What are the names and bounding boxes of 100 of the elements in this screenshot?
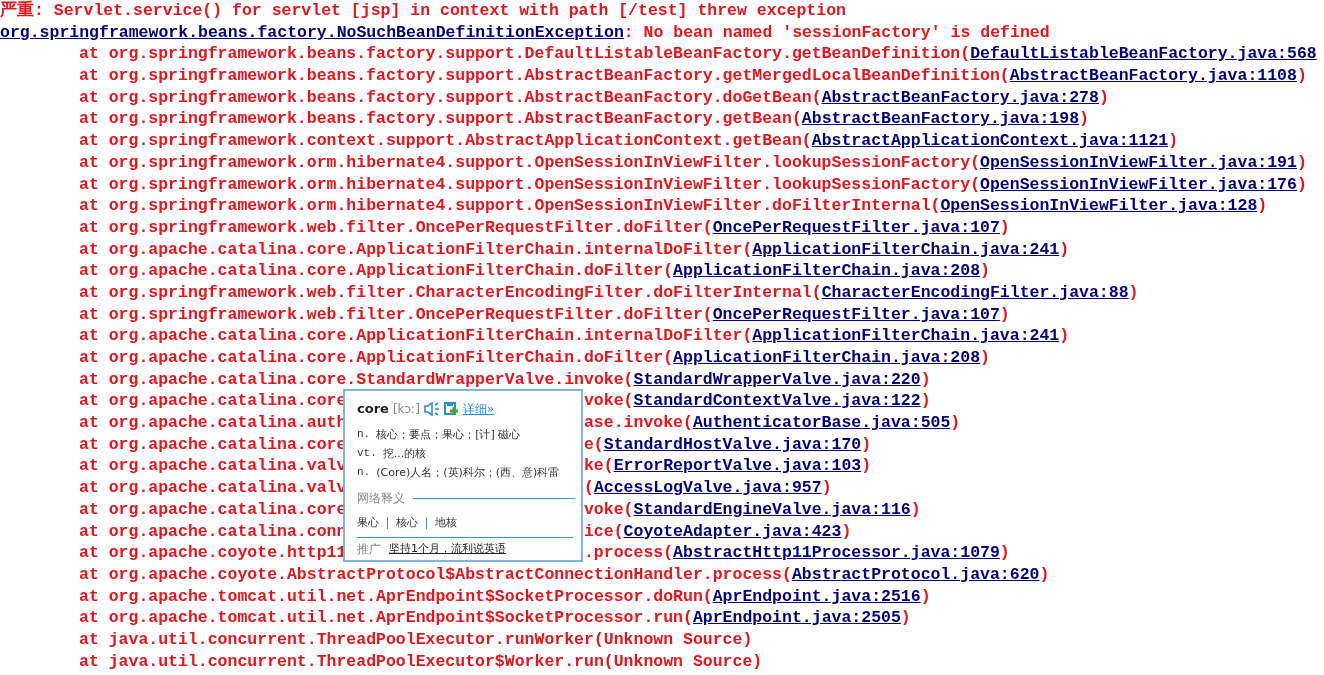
stack-frame-text: at org.springframework.orm.hibernate4.support.OpenSessionInViewFilter.doFilterInternal( <box>79 196 941 216</box>
stack-frame-text: at org.springframework.beans.factory.support.AbstractBeanFactory.doGetBean( <box>79 87 822 107</box>
web-term-link[interactable]: 核心 <box>396 514 418 532</box>
source-link[interactable]: StandardHostValve.java:170 <box>603 434 862 454</box>
paren-text: ) <box>920 369 931 389</box>
web-term-link[interactable]: 果心 <box>357 514 379 532</box>
stack-frame-text: at org.apache.coyote.http11 <box>79 543 347 563</box>
promo-label: 推广 <box>357 541 381 559</box>
paren-text: ) <box>1079 109 1089 129</box>
stack-frame-text: at org.apache.tomcat.util.net.AprEndpoint$SocketProcessor.doRun( <box>79 586 713 606</box>
source-link[interactable]: OncePerRequestFilter.java:107 <box>712 304 1000 324</box>
stack-frame-text: at org.springframework.web.filter.OncePerRequestFilter.doFilter( <box>79 217 713 237</box>
stack-frame-text: at java.util.concurrent.ThreadPoolExecutor.runWorker(Unknown Source) <box>79 629 753 649</box>
paren-text: ) <box>980 261 990 281</box>
source-link[interactable]: AbstractHttp11Processor.java:1079 <box>673 543 1000 563</box>
part-of-speech: n. <box>357 426 371 442</box>
stack-frame-text: .process( <box>583 543 674 563</box>
web-term-link[interactable]: 地核 <box>435 514 457 532</box>
stack-frame-text: at org.apache.catalina.conn <box>79 521 347 541</box>
source-link[interactable]: DefaultListableBeanFactory.java:568 <box>970 44 1317 64</box>
paren-text: ) <box>1128 282 1139 302</box>
source-link[interactable]: AprEndpoint.java:2516 <box>712 586 921 606</box>
stack-frame-text: at org.apache.catalina.core <box>79 434 347 454</box>
stack-frame-text: at org.apache.catalina.core.ApplicationFilterChain.internalDoFilter( <box>79 239 753 259</box>
source-link[interactable]: OpenSessionInViewFilter.java:128 <box>940 196 1258 216</box>
definition-text: 核心；要点；果心；[计] 磁心 <box>376 426 521 443</box>
stack-frame-text: at java.util.concurrent.ThreadPoolExecutor$Worker.run(Unknown Source) <box>79 651 763 671</box>
headword: core <box>357 400 389 418</box>
error-message: Servlet.service() for servlet [jsp] in context with path [/test] threw exception <box>53 1 846 20</box>
source-link[interactable]: StandardWrapperValve.java:220 <box>633 369 921 389</box>
stack-frame-text: at org.springframework.beans.factory.support.DefaultListableBeanFactory.getBeanDefinition( <box>79 44 971 64</box>
source-link[interactable]: StandardEngineValve.java:116 <box>633 499 911 519</box>
definition-text: (Core)人名；(英)科尔；(西、意)科雷 <box>376 464 560 481</box>
stack-frame-text: at org.apache.catalina.core.ApplicationFilterChain.doFilter( <box>79 261 674 281</box>
stack-frame-text: at org.apache.catalina.core <box>79 499 347 519</box>
source-link[interactable]: AccessLogValve.java:957 <box>593 478 822 498</box>
paren-text: ) <box>1059 239 1070 259</box>
stack-frame-text: ice( <box>583 521 624 541</box>
paren-text: ) <box>861 434 872 454</box>
promo-link[interactable]: 坚持1个月，流利说英语 <box>389 541 506 559</box>
paren-text: ) <box>920 391 931 411</box>
source-link[interactable]: AbstractBeanFactory.java:198 <box>801 109 1080 129</box>
exception-link[interactable]: org.springframework.beans.factory.NoSuchBeanDefinitionException <box>0 22 624 42</box>
stack-frame-text: at org.apache.catalina.valv <box>79 456 347 476</box>
source-link[interactable]: AbstractProtocol.java:620 <box>791 564 1040 584</box>
paren-text: ) <box>950 413 961 433</box>
source-link[interactable]: OpenSessionInViewFilter.java:191 <box>980 152 1297 172</box>
stack-frame-text: at org.apache.tomcat.util.net.AprEndpoint$SocketProcessor.run( <box>79 608 693 628</box>
stack-frame-text: at org.apache.catalina.core.ApplicationFilterChain.internalDoFilter( <box>79 326 753 346</box>
paren-text: ) <box>841 521 852 541</box>
stack-frame-text: voke( <box>583 499 634 519</box>
paren-text: ) <box>1059 326 1070 346</box>
paren-text: ) <box>1098 87 1109 107</box>
part-of-speech: vt. <box>357 445 377 461</box>
source-link[interactable]: ErrorReportValve.java:103 <box>613 456 862 476</box>
paren-text: ) <box>1257 196 1268 216</box>
source-link[interactable]: ApplicationFilterChain.java:241 <box>752 326 1060 346</box>
source-link[interactable]: AbstractBeanFactory.java:1108 <box>1009 66 1297 86</box>
source-link[interactable]: ApplicationFilterChain.java:208 <box>673 261 981 281</box>
add-icon[interactable] <box>443 401 459 416</box>
source-link[interactable]: OncePerRequestFilter.java:107 <box>712 217 1000 237</box>
source-link[interactable]: ApplicationFilterChain.java:241 <box>752 239 1060 259</box>
paren-text: ) <box>999 543 1010 563</box>
source-link[interactable]: CharacterEncodingFilter.java:88 <box>821 282 1129 302</box>
stack-frame-text: at org.apache.catalina.core.StandardWrapperValve.invoke( <box>79 369 634 389</box>
source-link[interactable]: AbstractBeanFactory.java:278 <box>821 87 1099 107</box>
detail-link[interactable]: 详细» <box>462 399 495 418</box>
stack-frame-text: at org.springframework.beans.factory.support.AbstractBeanFactory.getBean( <box>79 109 802 129</box>
stack-frame-text: at org.springframework.context.support.AbstractApplicationContext.getBean( <box>79 131 812 151</box>
source-link[interactable]: StandardContextValve.java:122 <box>633 391 921 411</box>
source-link[interactable]: AprEndpoint.java:2505 <box>692 608 901 628</box>
stack-frame-text: at org.springframework.web.filter.CharacterEncodingFilter.doFilterInternal( <box>79 282 822 302</box>
stack-frame-text: at org.springframework.beans.factory.support.AbstractBeanFactory.getMergedLocalBeanDefinition( <box>79 66 1010 86</box>
stack-frame-text: ase.invoke( <box>583 413 693 433</box>
source-link[interactable]: AbstractApplicationContext.java:1121 <box>811 131 1169 151</box>
stack-frame-text: e( <box>583 434 604 454</box>
paren-text: ) <box>920 586 931 606</box>
paren-text: ) <box>1039 564 1050 584</box>
source-link[interactable]: AuthenticatorBase.java:505 <box>692 413 951 433</box>
paren-text: ) <box>1296 66 1307 86</box>
exception-message: : No bean named 'sessionFactory' is defined <box>623 22 1050 42</box>
speaker-icon[interactable] <box>423 401 440 416</box>
source-link[interactable]: CoyoteAdapter.java:423 <box>623 521 842 541</box>
source-link[interactable]: OpenSessionInViewFilter.java:176 <box>980 174 1297 194</box>
stack-frame-text: at org.apache.catalina.core.ApplicationFilterChain.doFilter( <box>79 348 674 367</box>
paren-text: ) <box>980 348 990 367</box>
stack-frame-text: at org.apache.coyote.AbstractProtocol$AbstractConnectionHandler.process( <box>79 564 792 584</box>
paren-text: ) <box>999 217 1010 237</box>
paren-text: ) <box>821 478 832 498</box>
stack-frame-text: at org.apache.catalina.valv <box>79 478 347 498</box>
paren-text: ) <box>861 456 872 476</box>
section-heading: 网络释义 <box>357 489 405 507</box>
stack-frame-text: at org.apache.catalina.auth <box>79 413 347 433</box>
stack-frame-text: at org.springframework.orm.hibernate4.support.OpenSessionInViewFilter.lookupSessionFactory( <box>79 152 981 172</box>
paren-text: ) <box>900 608 911 628</box>
paren-text: ) <box>1296 174 1307 194</box>
paren-text: ) <box>1296 152 1307 172</box>
paren-text: ) <box>910 499 921 519</box>
stack-frame-text: ( <box>583 478 594 498</box>
source-link[interactable]: ApplicationFilterChain.java:208 <box>673 348 981 367</box>
